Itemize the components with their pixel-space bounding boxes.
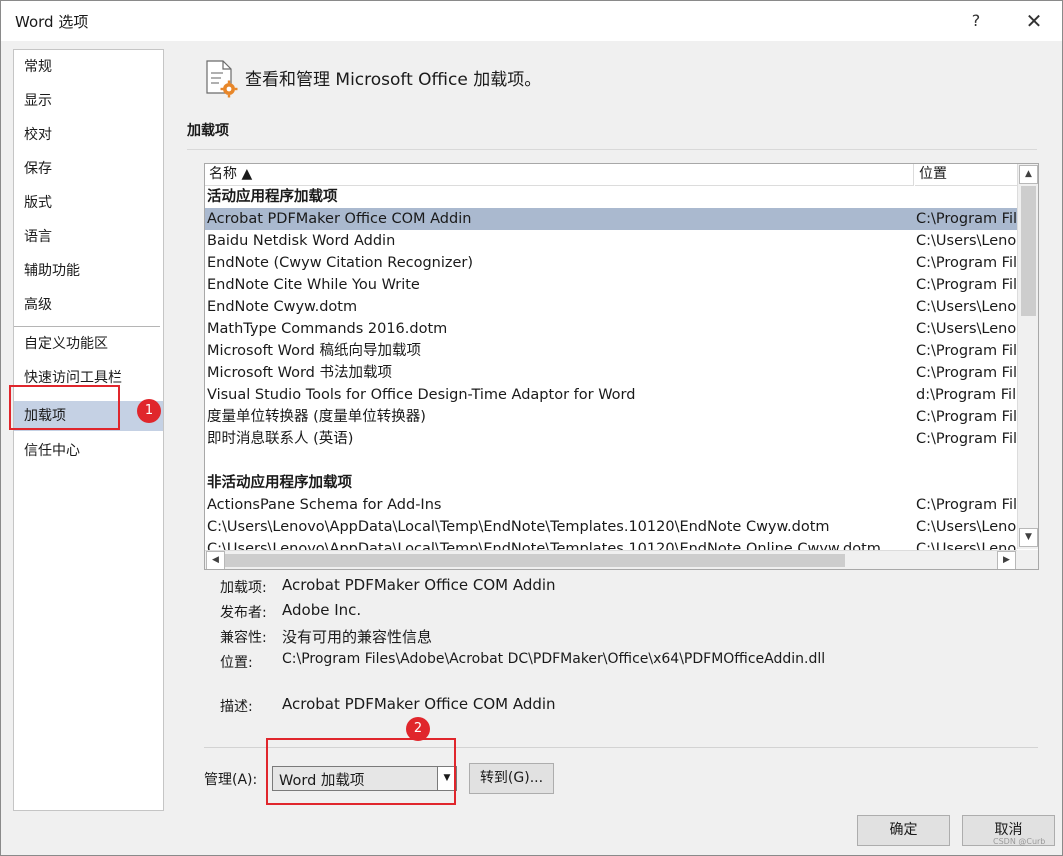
group-header-active: 活动应用程序加载项: [207, 189, 338, 205]
list-item[interactable]: Microsoft Word 稿纸向导加载项 C:\Program Fil: [205, 340, 1017, 362]
detail-desc-value: Acrobat PDFMaker Office COM Addin: [282, 695, 556, 713]
manage-label: 管理(A):: [204, 772, 258, 788]
help-button[interactable]: ?: [961, 7, 991, 35]
scroll-down-icon[interactable]: ▼: [1019, 528, 1038, 547]
list-item[interactable]: 即时消息联系人 (英语) C:\Program Fil: [205, 428, 1017, 450]
detail-location-label: 位置:: [220, 655, 253, 671]
annotation-badge-2: 2: [406, 717, 430, 741]
nav-item-trust-center[interactable]: 信任中心: [14, 436, 163, 466]
nav-item-save[interactable]: 保存: [14, 154, 163, 184]
page-heading: 查看和管理 Microsoft Office 加载项。: [245, 70, 542, 90]
nav-item-display[interactable]: 显示: [14, 86, 163, 116]
scrollbar-corner: [1017, 550, 1038, 569]
list-item[interactable]: Microsoft Word 书法加载项 C:\Program Fil: [205, 362, 1017, 384]
horizontal-scrollbar[interactable]: ◀ ▶: [205, 550, 1017, 569]
dialog-title: Word 选项: [15, 13, 89, 31]
detail-compat-label: 兼容性:: [220, 630, 267, 646]
options-nav: 常规 显示 校对 保存 版式 语言 辅助功能 高级 自定义功能区 快速访问工具栏…: [13, 49, 164, 811]
column-header-name[interactable]: 名称 ▲: [205, 164, 914, 186]
vertical-scrollbar[interactable]: ▲ ▼: [1017, 164, 1038, 549]
word-options-dialog: Word 选项 ? ✕ 常规 显示 校对 保存 版式 语言 辅助功能 高级 自定…: [0, 0, 1063, 856]
title-bar: Word 选项 ? ✕: [1, 1, 1062, 41]
detail-addin-value: Acrobat PDFMaker Office COM Addin: [282, 576, 556, 594]
list-item[interactable]: Baidu Netdisk Word Addin C:\Users\Leno: [205, 230, 1017, 252]
nav-item-advanced[interactable]: 高级: [14, 290, 163, 320]
horizontal-scroll-thumb[interactable]: [225, 554, 845, 567]
list-item[interactable]: Visual Studio Tools for Office Design-Ti…: [205, 384, 1017, 406]
watermark: CSDN @Curb: [993, 837, 1046, 846]
section-title: 加载项: [187, 123, 229, 139]
annotation-box-1: [9, 385, 120, 430]
nav-item-customize-ribbon[interactable]: 自定义功能区: [14, 329, 163, 359]
list-item[interactable]: EndNote Cwyw.dotm C:\Users\Leno: [205, 296, 1017, 318]
detail-addin-label: 加载项:: [220, 580, 267, 596]
scroll-right-icon[interactable]: ▶: [997, 551, 1016, 569]
nav-item-language[interactable]: 语言: [14, 222, 163, 252]
nav-item-accessibility[interactable]: 辅助功能: [14, 256, 163, 286]
list-item[interactable]: ActionsPane Schema for Add-Ins C:\Program…: [205, 494, 1017, 516]
detail-location-value: C:\Program Files\Adobe\Acrobat DC\PDFMak…: [282, 651, 826, 667]
detail-compat-value: 没有可用的兼容性信息: [282, 628, 433, 646]
detail-publisher-value: Adobe Inc.: [282, 601, 362, 619]
list-item[interactable]: Acrobat PDFMaker Office COM Addin C:\Prog…: [205, 208, 1017, 230]
list-item[interactable]: MathType Commands 2016.dotm C:\Users\Leno: [205, 318, 1017, 340]
scroll-up-icon[interactable]: ▲: [1019, 165, 1038, 184]
column-header-location[interactable]: 位置: [915, 164, 1017, 186]
section-divider: [187, 149, 1037, 150]
detail-desc-label: 描述:: [220, 699, 253, 715]
annotation-box-2: [266, 738, 456, 805]
detail-publisher-label: 发布者:: [220, 605, 267, 621]
goto-button[interactable]: 转到(G)...: [469, 763, 554, 794]
nav-item-general[interactable]: 常规: [14, 52, 163, 82]
scroll-left-icon[interactable]: ◀: [206, 551, 225, 569]
vertical-scroll-thumb[interactable]: [1021, 186, 1036, 316]
nav-divider: [14, 326, 160, 327]
annotation-badge-1: 1: [137, 399, 161, 423]
list-item[interactable]: EndNote (Cwyw Citation Recognizer) C:\Pro…: [205, 252, 1017, 274]
addins-list[interactable]: 名称 ▲ 位置 活动应用程序加载项 Acrobat PDFMaker Offic…: [204, 163, 1039, 570]
addin-settings-icon: [206, 60, 238, 98]
nav-item-proofing[interactable]: 校对: [14, 120, 163, 150]
close-button[interactable]: ✕: [1019, 7, 1049, 35]
nav-item-layout[interactable]: 版式: [14, 188, 163, 218]
list-item[interactable]: EndNote Cite While You Write C:\Program F…: [205, 274, 1017, 296]
group-header-inactive: 非活动应用程序加载项: [207, 475, 352, 491]
ok-button[interactable]: 确定: [857, 815, 950, 846]
list-item[interactable]: C:\Users\Lenovo\AppData\Local\Temp\EndNo…: [205, 516, 1017, 538]
list-item[interactable]: 度量单位转换器 (度量单位转换器) C:\Program Fil: [205, 406, 1017, 428]
